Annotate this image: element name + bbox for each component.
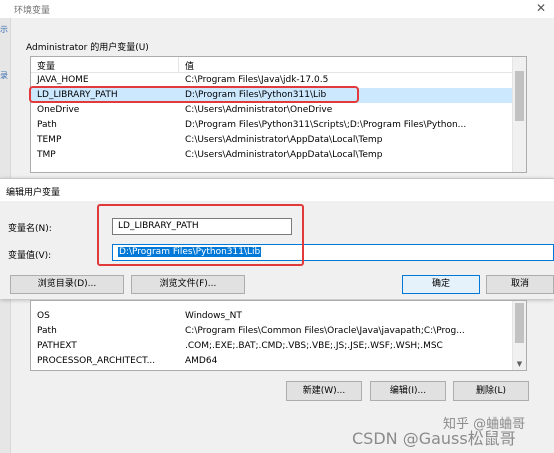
variable-value-label: 变量值(V): xyxy=(8,251,52,261)
variable-value: Windows_NT xyxy=(185,311,242,321)
variable-value: D:\Program Files\Python311\Scripts\;D:\P… xyxy=(185,120,467,130)
window-title: 环境变量 xyxy=(14,6,51,16)
new-system-variable-button[interactable]: 新建(W)... xyxy=(286,381,362,401)
scrollbar-thumb[interactable] xyxy=(515,303,524,343)
browse-file-button[interactable]: 浏览文件(F)... xyxy=(131,275,245,294)
column-header-name[interactable]: 变量 xyxy=(37,59,55,72)
list-row[interactable]: PATHEXT .COM;.EXE;.BAT;.CMD;.VBS;.VBE;.J… xyxy=(31,339,512,354)
list-header: 变量 值 xyxy=(31,57,512,73)
cancel-button[interactable]: 取消 xyxy=(486,275,554,294)
variable-value: C:\Users\Administrator\AppData\Local\Tem… xyxy=(185,150,383,160)
variable-name: PATHEXT xyxy=(37,341,77,351)
ok-button[interactable]: 确定 xyxy=(402,275,480,294)
variable-name: OneDrive xyxy=(37,105,80,115)
user-variables-list[interactable]: 变量 值 JAVA_HOME C:\Program Files\Java\jdk… xyxy=(30,56,527,173)
list-row[interactable]: TEMP C:\Users\Administrator\AppData\Loca… xyxy=(31,133,512,148)
edit-dialog-title: 编辑用户变量 xyxy=(6,188,61,198)
list-row[interactable]: Path D:\Program Files\Python311\Scripts\… xyxy=(31,118,512,133)
edit-system-variable-button[interactable]: 编辑(I)... xyxy=(370,381,446,401)
list-row[interactable]: TMP C:\Users\Administrator\AppData\Local… xyxy=(31,148,512,163)
column-header-value[interactable]: 值 xyxy=(185,59,194,72)
close-icon[interactable]: ✕ xyxy=(534,1,548,15)
variable-value: AMD64 xyxy=(185,356,218,366)
variable-name: Path xyxy=(37,326,57,336)
chevron-down-icon[interactable]: ▼ xyxy=(513,358,526,370)
highlight-annotation xyxy=(97,204,304,266)
list-row[interactable]: Path C:\Program Files\Common Files\Oracl… xyxy=(31,324,512,339)
variable-name: PROCESSOR_ARCHITECT... xyxy=(37,356,156,366)
scrollbar-thumb[interactable] xyxy=(515,71,524,121)
background-label: 录 xyxy=(0,71,8,80)
variable-name: TMP xyxy=(37,150,56,160)
vertical-scrollbar[interactable]: ▼ xyxy=(512,301,526,370)
column-divider[interactable] xyxy=(178,57,179,72)
watermark-text: 知乎 @蛐蛐哥 xyxy=(443,417,526,432)
delete-system-variable-button[interactable]: 删除(L) xyxy=(453,381,529,401)
variable-value: C:\Users\Administrator\OneDrive xyxy=(185,105,333,115)
variable-name: TEMP xyxy=(37,135,62,145)
variable-name-label: 变量名(N): xyxy=(8,224,52,234)
system-variables-list[interactable]: OS Windows_NT Path C:\Program Files\Comm… xyxy=(30,300,527,371)
variable-value: C:\Users\Administrator\AppData\Local\Tem… xyxy=(185,135,383,145)
variable-value: C:\Program Files\Common Files\Oracle\Jav… xyxy=(185,326,465,336)
variable-value: C:\Program Files\Java\jdk-17.0.5 xyxy=(185,75,329,85)
vertical-scrollbar[interactable] xyxy=(512,57,526,172)
browse-directory-button[interactable]: 浏览目录(D)... xyxy=(10,275,124,294)
title-bar: 环境变量 ✕ xyxy=(0,0,554,18)
environment-variables-dialog: 环境变量 ✕ 示 录 Administrator 的用户变量(U) 变量 值 J… xyxy=(0,0,554,453)
variable-name: JAVA_HOME xyxy=(37,75,89,85)
list-row[interactable]: OneDrive C:\Users\Administrator\OneDrive xyxy=(31,103,512,118)
highlight-annotation xyxy=(29,86,359,103)
list-row[interactable]: PROCESSOR_ARCHITECT... AMD64 xyxy=(31,354,512,369)
list-row[interactable]: OS Windows_NT xyxy=(31,309,512,324)
variable-name: OS xyxy=(37,311,50,321)
variable-name: Path xyxy=(37,120,57,130)
user-variables-group-label: Administrator 的用户变量(U) xyxy=(26,43,149,53)
variable-value: .COM;.EXE;.BAT;.CMD;.VBS;.VBE;.JS;.JSE;.… xyxy=(185,341,443,351)
background-label: 示 xyxy=(0,25,8,34)
